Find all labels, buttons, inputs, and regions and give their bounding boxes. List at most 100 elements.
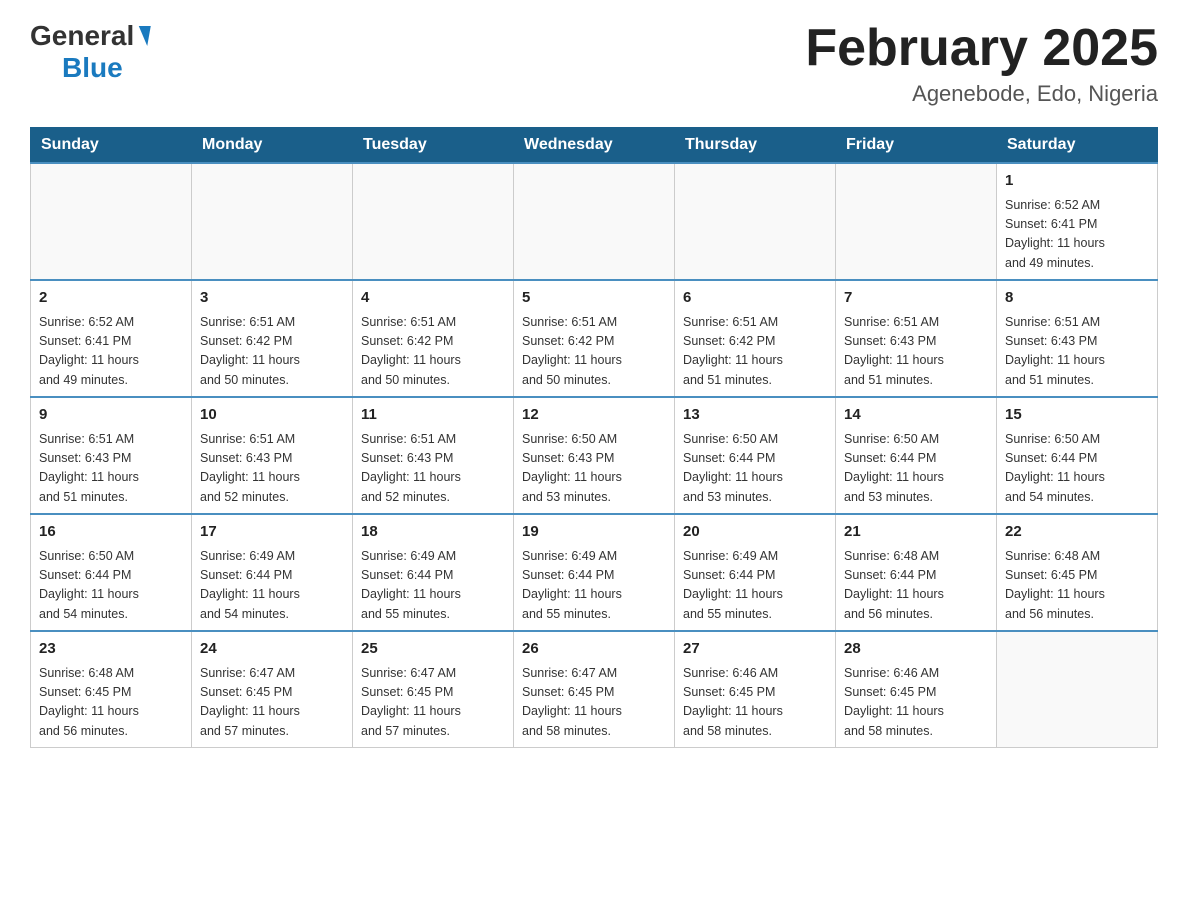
calendar-cell: 10Sunrise: 6:51 AMSunset: 6:43 PMDayligh… bbox=[192, 397, 353, 514]
day-number: 5 bbox=[522, 287, 666, 310]
day-info: Sunrise: 6:47 AMSunset: 6:45 PMDaylight:… bbox=[200, 664, 344, 742]
day-info: Sunrise: 6:50 AMSunset: 6:43 PMDaylight:… bbox=[522, 430, 666, 508]
day-info: Sunrise: 6:46 AMSunset: 6:45 PMDaylight:… bbox=[683, 664, 827, 742]
location-title: Agenebode, Edo, Nigeria bbox=[805, 81, 1158, 107]
week-row-1: 1 Sunrise: 6:52 AMSunset: 6:41 PMDaylight… bbox=[31, 163, 1158, 280]
weekday-header-saturday: Saturday bbox=[997, 128, 1158, 164]
week-row-3: 9 Sunrise: 6:51 AMSunset: 6:43 PMDaylight… bbox=[31, 397, 1158, 514]
day-number: 17 bbox=[200, 521, 344, 544]
calendar-cell: 28 Sunrise: 6:46 AMSunset: 6:45 PMDayligh… bbox=[836, 631, 997, 748]
day-info: Sunrise: 6:51 AMSunset: 6:42 PMDaylight:… bbox=[200, 313, 344, 391]
calendar-cell: 1 Sunrise: 6:52 AMSunset: 6:41 PMDaylight… bbox=[997, 163, 1158, 280]
week-row-5: 23Sunrise: 6:48 AMSunset: 6:45 PMDayligh… bbox=[31, 631, 1158, 748]
day-number: 23 bbox=[39, 638, 183, 661]
day-number: 13 bbox=[683, 404, 827, 427]
calendar-cell: 5Sunrise: 6:51 AMSunset: 6:42 PMDaylight… bbox=[514, 280, 675, 397]
day-number: 8 bbox=[1005, 287, 1149, 310]
month-title: February 2025 bbox=[805, 20, 1158, 77]
day-number: 15 bbox=[1005, 404, 1149, 427]
day-number: 26 bbox=[522, 638, 666, 661]
day-info: Sunrise: 6:51 AMSunset: 6:43 PMDaylight:… bbox=[39, 430, 183, 508]
calendar-cell: 14 Sunrise: 6:50 AMSunset: 6:44 PMDayligh… bbox=[836, 397, 997, 514]
day-number: 18 bbox=[361, 521, 505, 544]
calendar-cell: 8 Sunrise: 6:51 AMSunset: 6:43 PMDaylight… bbox=[997, 280, 1158, 397]
day-info: Sunrise: 6:50 AMSunset: 6:44 PMDaylight:… bbox=[844, 430, 988, 508]
day-number: 1 bbox=[1005, 170, 1149, 193]
calendar-cell: 12 Sunrise: 6:50 AMSunset: 6:43 PMDayligh… bbox=[514, 397, 675, 514]
day-number: 27 bbox=[683, 638, 827, 661]
day-number: 9 bbox=[39, 404, 183, 427]
calendar-cell bbox=[514, 163, 675, 280]
page-header: General Blue February 2025 Agenebode, Ed… bbox=[30, 20, 1158, 107]
calendar-cell: 3 Sunrise: 6:51 AMSunset: 6:42 PMDaylight… bbox=[192, 280, 353, 397]
calendar-cell: 27 Sunrise: 6:46 AMSunset: 6:45 PMDayligh… bbox=[675, 631, 836, 748]
week-row-2: 2Sunrise: 6:52 AMSunset: 6:41 PMDaylight… bbox=[31, 280, 1158, 397]
day-number: 16 bbox=[39, 521, 183, 544]
day-info: Sunrise: 6:50 AMSunset: 6:44 PMDaylight:… bbox=[683, 430, 827, 508]
calendar-cell: 11 Sunrise: 6:51 AMSunset: 6:43 PMDayligh… bbox=[353, 397, 514, 514]
weekday-header-sunday: Sunday bbox=[31, 128, 192, 164]
day-info: Sunrise: 6:49 AMSunset: 6:44 PMDaylight:… bbox=[200, 547, 344, 625]
calendar-cell: 7 Sunrise: 6:51 AMSunset: 6:43 PMDaylight… bbox=[836, 280, 997, 397]
calendar-cell bbox=[836, 163, 997, 280]
calendar-cell: 9 Sunrise: 6:51 AMSunset: 6:43 PMDaylight… bbox=[31, 397, 192, 514]
day-info: Sunrise: 6:49 AMSunset: 6:44 PMDaylight:… bbox=[522, 547, 666, 625]
calendar-cell: 24 Sunrise: 6:47 AMSunset: 6:45 PMDayligh… bbox=[192, 631, 353, 748]
calendar-cell: 26 Sunrise: 6:47 AMSunset: 6:45 PMDayligh… bbox=[514, 631, 675, 748]
day-number: 14 bbox=[844, 404, 988, 427]
day-info: Sunrise: 6:48 AMSunset: 6:44 PMDaylight:… bbox=[844, 547, 988, 625]
day-number: 3 bbox=[200, 287, 344, 310]
day-info: Sunrise: 6:50 AMSunset: 6:44 PMDaylight:… bbox=[39, 547, 183, 625]
day-info: Sunrise: 6:52 AMSunset: 6:41 PMDaylight:… bbox=[1005, 196, 1149, 274]
day-number: 21 bbox=[844, 521, 988, 544]
day-number: 20 bbox=[683, 521, 827, 544]
day-number: 11 bbox=[361, 404, 505, 427]
calendar-cell: 25 Sunrise: 6:47 AMSunset: 6:45 PMDayligh… bbox=[353, 631, 514, 748]
day-info: Sunrise: 6:51 AMSunset: 6:42 PMDaylight:… bbox=[683, 313, 827, 391]
calendar-cell: 20 Sunrise: 6:49 AMSunset: 6:44 PMDayligh… bbox=[675, 514, 836, 631]
calendar-cell bbox=[997, 631, 1158, 748]
calendar-cell: 2Sunrise: 6:52 AMSunset: 6:41 PMDaylight… bbox=[31, 280, 192, 397]
day-number: 6 bbox=[683, 287, 827, 310]
weekday-header-monday: Monday bbox=[192, 128, 353, 164]
calendar-table: SundayMondayTuesdayWednesdayThursdayFrid… bbox=[30, 127, 1158, 748]
logo: General Blue bbox=[30, 20, 149, 84]
day-info: Sunrise: 6:47 AMSunset: 6:45 PMDaylight:… bbox=[522, 664, 666, 742]
day-info: Sunrise: 6:51 AMSunset: 6:43 PMDaylight:… bbox=[361, 430, 505, 508]
calendar-header-row: SundayMondayTuesdayWednesdayThursdayFrid… bbox=[31, 128, 1158, 164]
day-info: Sunrise: 6:49 AMSunset: 6:44 PMDaylight:… bbox=[683, 547, 827, 625]
day-info: Sunrise: 6:47 AMSunset: 6:45 PMDaylight:… bbox=[361, 664, 505, 742]
day-info: Sunrise: 6:46 AMSunset: 6:45 PMDaylight:… bbox=[844, 664, 988, 742]
calendar-cell: 22Sunrise: 6:48 AMSunset: 6:45 PMDayligh… bbox=[997, 514, 1158, 631]
title-block: February 2025 Agenebode, Edo, Nigeria bbox=[805, 20, 1158, 107]
day-number: 22 bbox=[1005, 521, 1149, 544]
day-info: Sunrise: 6:51 AMSunset: 6:43 PMDaylight:… bbox=[1005, 313, 1149, 391]
day-info: Sunrise: 6:51 AMSunset: 6:43 PMDaylight:… bbox=[844, 313, 988, 391]
calendar-cell bbox=[192, 163, 353, 280]
day-number: 2 bbox=[39, 287, 183, 310]
day-number: 28 bbox=[844, 638, 988, 661]
day-number: 24 bbox=[200, 638, 344, 661]
week-row-4: 16 Sunrise: 6:50 AMSunset: 6:44 PMDayligh… bbox=[31, 514, 1158, 631]
day-number: 7 bbox=[844, 287, 988, 310]
calendar-cell: 23Sunrise: 6:48 AMSunset: 6:45 PMDayligh… bbox=[31, 631, 192, 748]
day-number: 25 bbox=[361, 638, 505, 661]
day-info: Sunrise: 6:51 AMSunset: 6:42 PMDaylight:… bbox=[361, 313, 505, 391]
weekday-header-tuesday: Tuesday bbox=[353, 128, 514, 164]
calendar-cell: 4Sunrise: 6:51 AMSunset: 6:42 PMDaylight… bbox=[353, 280, 514, 397]
day-info: Sunrise: 6:50 AMSunset: 6:44 PMDaylight:… bbox=[1005, 430, 1149, 508]
calendar-cell: 17 Sunrise: 6:49 AMSunset: 6:44 PMDayligh… bbox=[192, 514, 353, 631]
day-info: Sunrise: 6:51 AMSunset: 6:43 PMDaylight:… bbox=[200, 430, 344, 508]
weekday-header-wednesday: Wednesday bbox=[514, 128, 675, 164]
calendar-cell bbox=[675, 163, 836, 280]
calendar-cell: 6 Sunrise: 6:51 AMSunset: 6:42 PMDaylight… bbox=[675, 280, 836, 397]
weekday-header-thursday: Thursday bbox=[675, 128, 836, 164]
day-info: Sunrise: 6:49 AMSunset: 6:44 PMDaylight:… bbox=[361, 547, 505, 625]
calendar-cell: 13 Sunrise: 6:50 AMSunset: 6:44 PMDayligh… bbox=[675, 397, 836, 514]
calendar-cell: 16 Sunrise: 6:50 AMSunset: 6:44 PMDayligh… bbox=[31, 514, 192, 631]
calendar-cell: 19Sunrise: 6:49 AMSunset: 6:44 PMDayligh… bbox=[514, 514, 675, 631]
calendar-cell: 18 Sunrise: 6:49 AMSunset: 6:44 PMDayligh… bbox=[353, 514, 514, 631]
calendar-cell bbox=[353, 163, 514, 280]
calendar-cell bbox=[31, 163, 192, 280]
day-number: 12 bbox=[522, 404, 666, 427]
